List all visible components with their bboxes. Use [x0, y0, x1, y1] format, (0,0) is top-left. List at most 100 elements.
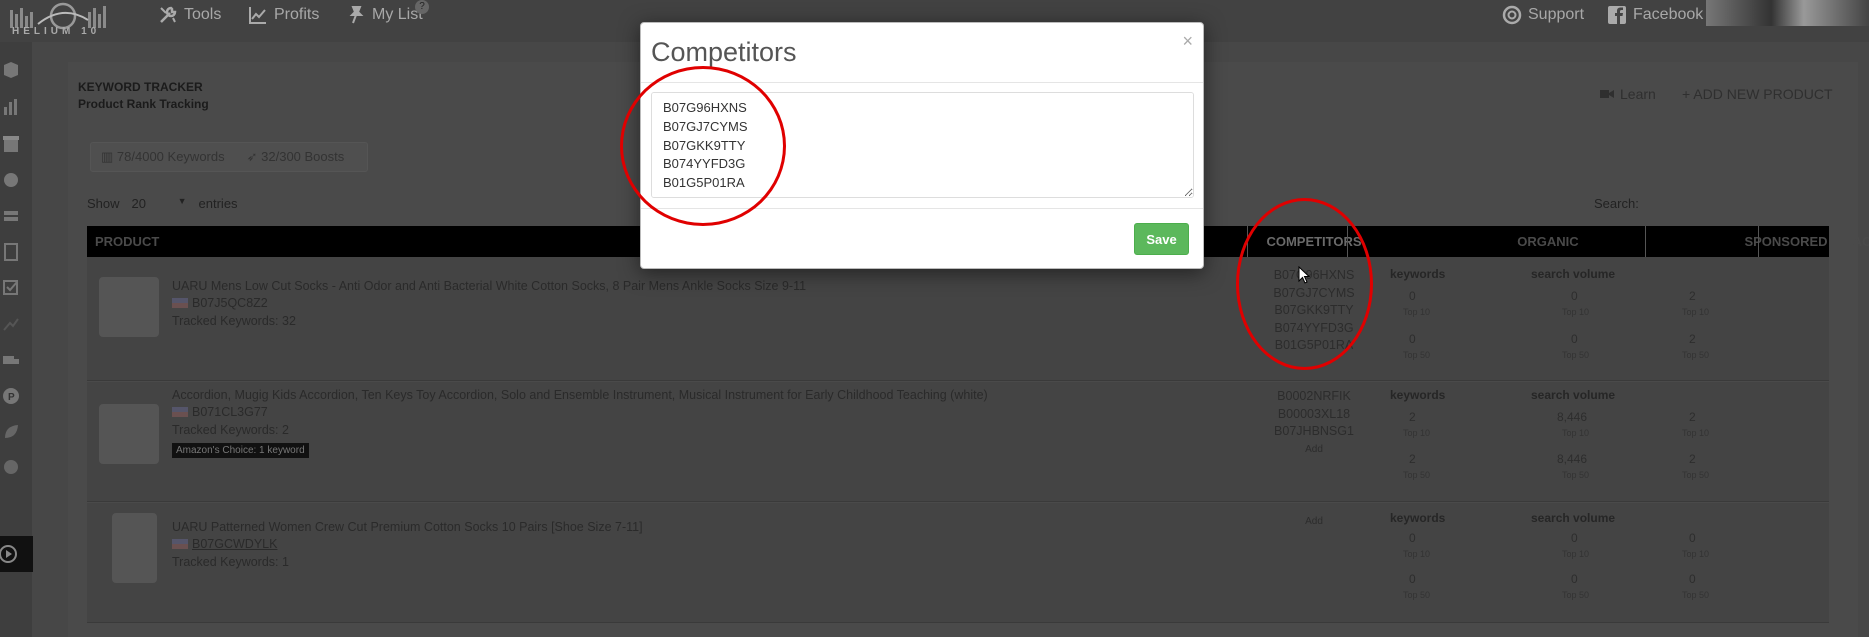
top50-label: Top 50: [1682, 590, 1710, 600]
entries-control: Show 20 ▼ entries: [87, 196, 238, 211]
competitor-asin[interactable]: B01G5P01RA: [1250, 337, 1378, 355]
checkbox-icon[interactable]: [2, 278, 20, 298]
add-new-product-button[interactable]: + ADD NEW PRODUCT: [1682, 86, 1833, 102]
keywords-top10: 0: [1409, 289, 1416, 303]
wrench-icon: [160, 6, 177, 23]
product-thumbnail[interactable]: [99, 277, 159, 337]
page-subtitle: Product Rank Tracking: [78, 97, 209, 111]
rocket-icon: ➶: [246, 149, 258, 164]
top10-label: Top 10: [1403, 428, 1431, 438]
svg-text:P: P: [8, 392, 15, 403]
top10-label: Top 10: [1403, 549, 1431, 559]
keywords-label: keywords: [1390, 267, 1446, 281]
product-title[interactable]: Accordion, Mugig Kids Accordion, Ten Key…: [172, 388, 988, 402]
nav-facebook[interactable]: Facebook: [1607, 5, 1703, 25]
competitor-asin[interactable]: B07GKK9TTY: [1250, 302, 1378, 320]
competitor-asin[interactable]: B0002NRFIK: [1250, 388, 1378, 406]
product-asin[interactable]: B07GCWDYLK: [172, 537, 277, 551]
sidebar-active-item[interactable]: [0, 536, 33, 572]
document-icon[interactable]: [2, 242, 20, 262]
keyword-tracker-icon[interactable]: [2, 314, 20, 334]
search-volume-top50: 0: [1571, 332, 1578, 346]
top10-label: Top 10: [1562, 549, 1590, 559]
competitors-modal: Competitors × B07G96HXNS B07GJ7CYMS B07G…: [640, 22, 1204, 269]
th-organic[interactable]: ORGANIC: [1383, 226, 1713, 257]
truck-icon[interactable]: [2, 350, 20, 370]
top50-label: Top 50: [1403, 590, 1431, 600]
boosts-usage-text: 32/300 Boosts: [261, 149, 345, 164]
parking-icon[interactable]: P: [2, 386, 20, 406]
user-avatar[interactable]: [1706, 0, 1869, 26]
top50-label: Top 50: [1682, 350, 1710, 360]
entries-label: entries: [198, 196, 238, 211]
th-product[interactable]: PRODUCT: [95, 226, 159, 257]
nav-tools[interactable]: Tools: [158, 5, 221, 25]
competitor-asin[interactable]: B00003XL18: [1250, 406, 1378, 424]
learn-link[interactable]: Learn: [1600, 86, 1656, 102]
asin-text: B071CL3G77: [192, 405, 268, 419]
tracked-keywords: Tracked Keywords: 32: [172, 314, 296, 328]
cube-icon[interactable]: [2, 60, 20, 80]
nav-tools-label: Tools: [184, 6, 222, 23]
add-competitor-link[interactable]: Add: [1250, 513, 1378, 531]
top10-label: Top 10: [1403, 307, 1431, 317]
play-circle-icon: [0, 545, 17, 563]
th-divider: [1645, 226, 1646, 257]
product-thumbnail[interactable]: [99, 404, 159, 464]
search-label: Search:: [1594, 196, 1639, 211]
th-divider: [1247, 226, 1248, 257]
asin-text: B07J5QC8Z2: [192, 296, 268, 310]
nav-mylist[interactable]: My List: [346, 5, 423, 25]
competitor-list[interactable]: Add: [1250, 513, 1378, 531]
modal-divider: [641, 82, 1203, 83]
bar-chart-icon: ▥: [101, 149, 114, 164]
competitor-list[interactable]: B07G96HXNS B07GJ7CYMS B07GKK9TTY B074YYF…: [1250, 267, 1378, 355]
competitor-asin[interactable]: B07G96HXNS: [1250, 267, 1378, 285]
top50-label: Top 50: [1682, 470, 1710, 480]
amazons-choice-badge: Amazon's Choice: 1 keyword: [172, 443, 309, 458]
leaf-icon[interactable]: [2, 422, 20, 442]
sponsored-top10: 2: [1689, 410, 1696, 424]
lifebuoy-icon: [1502, 5, 1522, 25]
search-volume-top50: 8,446: [1557, 452, 1588, 466]
product-title[interactable]: UARU Mens Low Cut Socks - Anti Odor and …: [172, 279, 806, 293]
product-asin[interactable]: B071CL3G77: [172, 405, 268, 419]
close-icon[interactable]: ×: [1182, 31, 1193, 52]
th-divider: [1347, 226, 1348, 257]
nav-profits-label: Profits: [274, 6, 320, 23]
th-competitors[interactable]: COMPETITORS: [1250, 226, 1378, 257]
table-row[interactable]: Accordion, Mugig Kids Accordion, Ten Key…: [87, 382, 1829, 502]
bar-chart-icon[interactable]: [2, 97, 20, 117]
search-volume-label: search volume: [1531, 511, 1616, 525]
nav-profits[interactable]: Profits: [248, 5, 319, 25]
competitor-asin[interactable]: B07JHBNSG1: [1250, 423, 1378, 441]
search-volume-label: search volume: [1531, 267, 1616, 281]
competitor-asin[interactable]: B07GJ7CYMS: [1250, 285, 1378, 303]
table-row[interactable]: UARU Patterned Women Crew Cut Premium Co…: [87, 503, 1829, 623]
store-icon[interactable]: [2, 134, 20, 154]
top50-label: Top 50: [1403, 350, 1431, 360]
nav-support[interactable]: Support: [1502, 5, 1584, 25]
entries-select[interactable]: 20 ▼: [132, 196, 187, 211]
product-asin[interactable]: B07J5QC8Z2: [172, 296, 268, 310]
competitor-list[interactable]: B0002NRFIK B00003XL18 B07JHBNSG1 Add: [1250, 388, 1378, 458]
top10-label: Top 10: [1562, 307, 1590, 317]
product-title[interactable]: UARU Patterned Women Crew Cut Premium Co…: [172, 520, 643, 534]
nav-support-label: Support: [1528, 6, 1585, 23]
modal-divider: [641, 208, 1203, 209]
competitors-textarea[interactable]: B07G96HXNS B07GJ7CYMS B07GKK9TTY B074YYF…: [651, 92, 1194, 198]
competitor-asin[interactable]: B074YYFD3G: [1250, 320, 1378, 338]
table-row[interactable]: UARU Mens Low Cut Socks - Anti Odor and …: [87, 257, 1829, 381]
keywords-label: keywords: [1390, 388, 1446, 402]
th-sponsored[interactable]: SPONSORED: [1717, 226, 1855, 257]
save-button[interactable]: Save: [1134, 223, 1189, 255]
search-volume-top50: 0: [1571, 572, 1578, 586]
help-icon[interactable]: ?: [415, 0, 429, 14]
badge-check-icon[interactable]: [2, 457, 20, 477]
product-thumbnail[interactable]: [112, 513, 157, 583]
globe-icon[interactable]: [2, 170, 20, 190]
layers-icon[interactable]: [2, 207, 20, 227]
add-competitor-link[interactable]: Add: [1250, 441, 1378, 459]
search-volume-label: search volume: [1531, 388, 1616, 402]
chart-line-icon: [249, 7, 266, 24]
